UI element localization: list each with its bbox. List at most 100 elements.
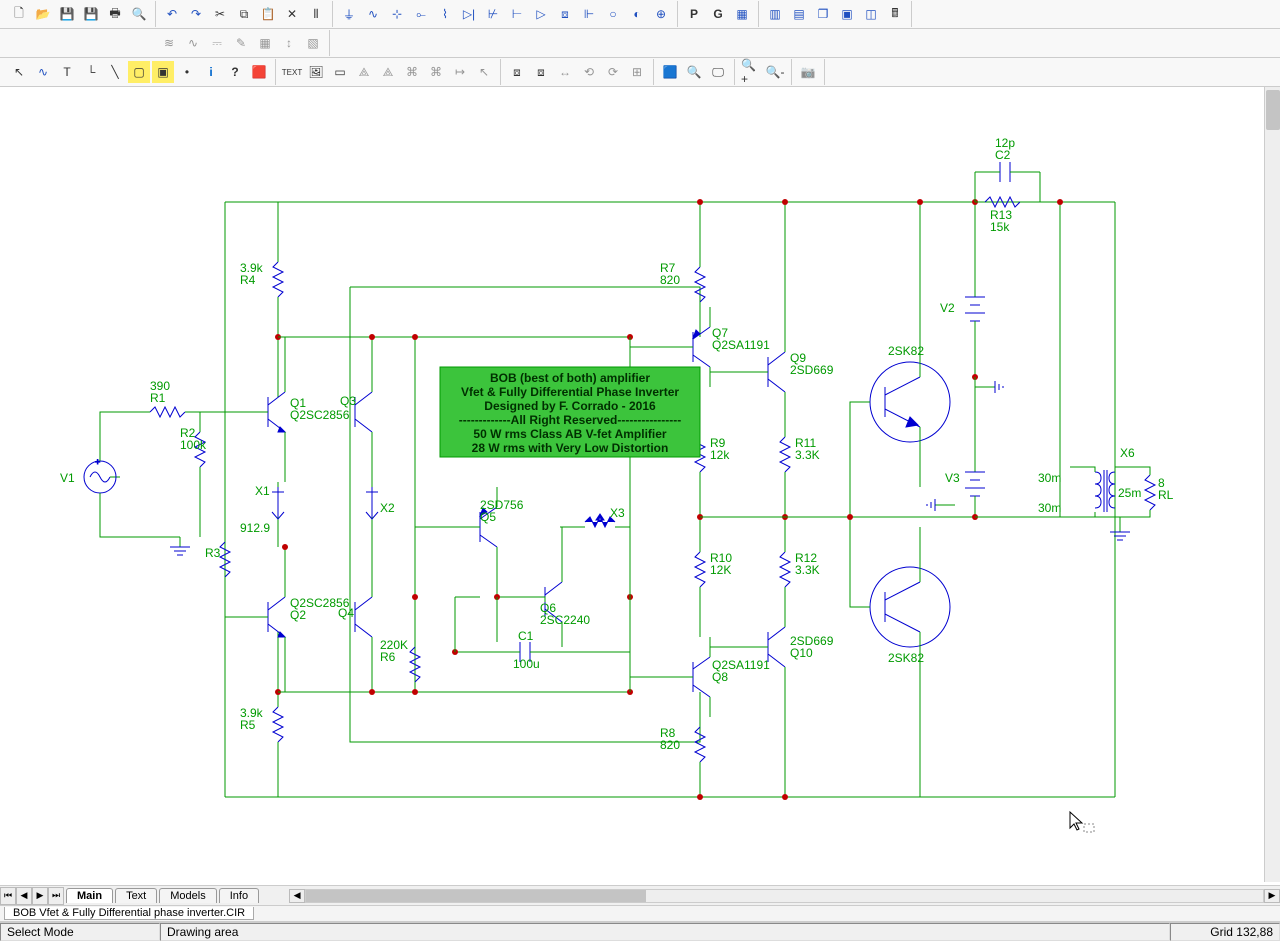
tile-h-icon[interactable]: ▥ [764,3,786,25]
ind-comp-icon[interactable]: ⌇ [434,3,456,25]
hscroll-thumb[interactable] [306,890,646,902]
o4-icon[interactable]: ⌘ [425,61,447,83]
print-icon[interactable]: 🖶 [104,3,126,25]
tab-main[interactable]: Main [66,888,113,903]
dist-icon[interactable]: ▦ [254,32,276,54]
horizontal-scrollbar[interactable]: ◀ ▶ [289,889,1280,903]
macro-icon[interactable]: ⦀ [305,3,327,25]
redo-icon[interactable]: ↷ [185,3,207,25]
undo-icon[interactable]: ↶ [161,3,183,25]
txtbox-icon[interactable]: TEXT [281,61,303,83]
line-icon[interactable]: ╲ [104,61,126,83]
label-r6: 220KR6 [380,638,408,664]
zoom-in-icon[interactable]: 🔍+ [740,61,762,83]
camera-icon[interactable]: 📷 [797,61,819,83]
o5-icon[interactable]: ↦ [449,61,471,83]
res-comp-icon[interactable]: ⊹ [386,3,408,25]
max-icon[interactable]: ▣ [836,3,858,25]
save-all-icon[interactable]: 💾 [80,3,102,25]
cap-comp-icon[interactable]: ⟜ [410,3,432,25]
color-icon[interactable]: 🟥 [248,61,270,83]
isrc-comp-icon[interactable]: ◐ [626,3,648,25]
frm-icon[interactable]: ▭ [329,61,351,83]
source-comp-icon[interactable]: ∿ [362,3,384,25]
vscroll-thumb[interactable] [1266,90,1280,130]
chip-icon[interactable]: 🟦 [659,61,681,83]
xfmr-comp-icon[interactable]: ⧈ [554,3,576,25]
sweep-icon[interactable]: ▧ [302,32,324,54]
label-q4: Q4 [338,606,354,620]
select-icon[interactable]: ↖ [8,61,30,83]
label-q8: Q2SA1191Q8 [712,658,770,684]
delete-icon[interactable]: ✕ [281,3,303,25]
monitor-icon[interactable]: 🖵 [707,61,729,83]
vertical-scrollbar[interactable] [1264,87,1280,882]
cascade-icon[interactable]: ❐ [812,3,834,25]
preview-icon[interactable]: 🔍 [128,3,150,25]
o1-icon[interactable]: ⟁ [353,61,375,83]
bus-icon[interactable]: └ [80,61,102,83]
open-icon[interactable]: 📂 [32,3,54,25]
tran-icon[interactable]: ≋ [158,32,180,54]
binoc-icon[interactable]: 🔍 [683,61,705,83]
img-icon[interactable]: 🖼 [305,61,327,83]
info-icon[interactable]: i [200,61,222,83]
new-icon[interactable]: 🗋 [8,3,30,25]
b3-icon[interactable]: ↔ [554,61,576,83]
paste-icon[interactable]: 📋 [257,3,279,25]
schematic-canvas[interactable]: V1 + 390R1 R2100k R3 3.9k [0,87,1280,885]
b6-icon[interactable]: ⊞ [626,61,648,83]
text-icon[interactable]: T [56,61,78,83]
box1-icon[interactable]: ▢ [128,61,150,83]
vsrc-comp-icon[interactable]: ○ [602,3,624,25]
status-grid: Grid 132,88 [1170,923,1280,941]
tile-v-icon[interactable]: ▤ [788,3,810,25]
win-icon[interactable]: ◫ [860,3,882,25]
copy-icon[interactable]: ⧉ [233,3,255,25]
mosfet-comp-icon[interactable]: ⊩ [578,3,600,25]
o2-icon[interactable]: ⟁ [377,61,399,83]
sense-icon[interactable]: ↕ [278,32,300,54]
nav-next-icon[interactable]: ▶ [32,887,48,905]
opamp-comp-icon[interactable]: ▷ [530,3,552,25]
help-icon[interactable]: ? [224,61,246,83]
p-button[interactable]: P [683,3,705,25]
diode-comp-icon[interactable]: ▷| [458,3,480,25]
nav-first-icon[interactable]: ⏮ [0,887,16,905]
bjt-comp-icon[interactable]: ⊬ [482,3,504,25]
b2-icon[interactable]: ⧈ [530,61,552,83]
dc-icon[interactable]: ⎓ [206,32,228,54]
pg-group: P G ▦ [678,1,759,27]
wire-icon[interactable]: ∿ [32,61,54,83]
dot-icon[interactable]: • [176,61,198,83]
b5-icon[interactable]: ⟳ [602,61,624,83]
nav-last-icon[interactable]: ⏭ [48,887,64,905]
g-button[interactable]: G [707,3,729,25]
title-line-5: 50 W rms Class AB V-fet Amplifier [473,427,666,441]
grid-icon[interactable]: ▦ [731,3,753,25]
hscroll-right-icon[interactable]: ▶ [1264,889,1280,903]
calc-icon[interactable]: 🖩 [884,3,906,25]
o6-icon[interactable]: ↖ [473,61,495,83]
file-tab[interactable]: BOB Vfet & Fully Differential phase inve… [4,907,254,920]
other-comp-icon[interactable]: ⊕ [650,3,672,25]
ac-icon[interactable]: ∿ [182,32,204,54]
zoom-out-icon[interactable]: 🔍- [764,61,786,83]
b4-icon[interactable]: ⟲ [578,61,600,83]
tab-info[interactable]: Info [219,888,259,903]
tab-text[interactable]: Text [115,888,157,903]
save-icon[interactable]: 💾 [56,3,78,25]
b1-icon[interactable]: ⧈ [506,61,528,83]
cut-icon[interactable]: ✂ [209,3,231,25]
cursor-icon [1070,812,1094,832]
nav-prev-icon[interactable]: ◀ [16,887,32,905]
o3-icon[interactable]: ⌘ [401,61,423,83]
tab-models[interactable]: Models [159,888,216,903]
label-r3: R3 [205,546,221,560]
hscroll-left-icon[interactable]: ◀ [289,889,305,903]
ground-comp-icon[interactable]: ⏚ [338,3,360,25]
noise-icon[interactable]: ✎ [230,32,252,54]
jfet-comp-icon[interactable]: ⊢ [506,3,528,25]
box2-icon[interactable]: ▣ [152,61,174,83]
label-r7: R7820 [660,261,680,287]
